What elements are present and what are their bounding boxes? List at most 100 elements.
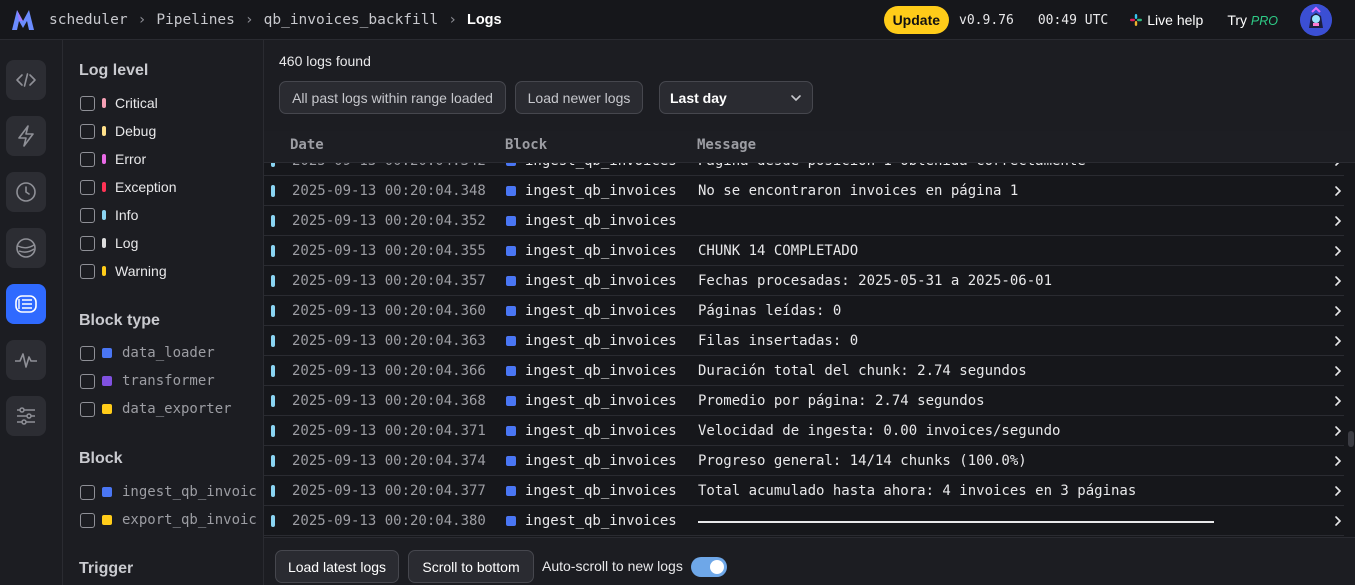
table-row[interactable]: 2025-09-13 00:20:04.368 ingest_qb_invoice… [264, 386, 1344, 416]
block-color-square [506, 486, 516, 496]
log-level-indicator [271, 215, 275, 227]
try-pro-link[interactable]: Try PRO [1227, 12, 1278, 28]
block-type-title: Block type [79, 312, 160, 329]
autoscroll-toggle[interactable] [691, 557, 727, 577]
checkbox[interactable] [80, 263, 95, 279]
checkbox[interactable] [80, 179, 95, 195]
chevron-right-icon[interactable] [1334, 275, 1342, 287]
range-select[interactable]: Last day [659, 81, 813, 114]
nav-runs-button[interactable] [6, 172, 46, 212]
block-color-square [102, 348, 112, 358]
table-row[interactable]: 2025-09-13 00:20:04.371 ingest_qb_invoice… [264, 416, 1344, 446]
table-row[interactable]: 2025-09-13 00:20:04.357 ingest_qb_invoice… [264, 266, 1344, 296]
breadcrumb-scheduler[interactable]: scheduler [49, 12, 128, 28]
load-newer-logs-button[interactable]: Load newer logs [515, 81, 643, 114]
chevron-right-icon[interactable] [1334, 395, 1342, 407]
breadcrumb-separator: › [448, 11, 457, 28]
log-level-indicator [271, 455, 275, 467]
block-color-square [102, 376, 112, 386]
chevron-right-icon[interactable] [1334, 365, 1342, 377]
log-date: 2025-09-13 00:20:04.360 [292, 303, 486, 319]
block-type-data-exporter[interactable]: data_exporter [80, 399, 232, 419]
log-level-warning[interactable]: Warning [80, 261, 167, 281]
nav-logs-button[interactable] [6, 284, 46, 324]
log-block: ingest_qb_invoices [525, 453, 677, 469]
table-scrollbar[interactable] [1348, 431, 1354, 447]
table-row[interactable]: 2025-09-13 00:20:04.360 ingest_qb_invoice… [264, 296, 1344, 326]
log-message: Fechas procesadas: 2025-05-31 a 2025-06-… [698, 273, 1053, 289]
column-date[interactable]: Date [290, 137, 324, 153]
block-export-qb-invoices[interactable]: export_qb_invoic [80, 510, 257, 530]
log-level-critical[interactable]: Critical [80, 93, 158, 113]
block-type-transformer[interactable]: transformer [80, 371, 215, 391]
nav-monitor-button[interactable] [6, 340, 46, 380]
level-label: Info [115, 207, 139, 223]
avatar[interactable] [1300, 4, 1332, 36]
block-label: ingest_qb_invoic [122, 484, 257, 500]
chevron-right-icon[interactable] [1334, 215, 1342, 227]
past-logs-button[interactable]: All past logs within range loaded [279, 81, 506, 114]
log-level-indicator [271, 185, 275, 197]
checkbox[interactable] [80, 512, 95, 528]
checkbox[interactable] [80, 235, 95, 251]
level-color-pill [102, 210, 106, 220]
chevron-right-icon[interactable] [1334, 425, 1342, 437]
nav-settings-button[interactable] [6, 396, 46, 436]
log-level-log[interactable]: Log [80, 233, 138, 253]
table-row[interactable]: 2025-09-13 00:20:04.348 ingest_qb_invoice… [264, 176, 1344, 206]
breadcrumb-pipeline[interactable]: qb_invoices_backfill [264, 12, 439, 28]
checkbox[interactable] [80, 373, 95, 389]
log-level-exception[interactable]: Exception [80, 177, 176, 197]
log-block: ingest_qb_invoices [525, 183, 677, 199]
level-color-pill [102, 154, 106, 164]
log-date: 2025-09-13 00:20:04.352 [292, 213, 486, 229]
table-row[interactable]: 2025-09-13 00:20:04.363 ingest_qb_invoice… [264, 326, 1344, 356]
chevron-right-icon[interactable] [1334, 335, 1342, 347]
block-color-square [506, 246, 516, 256]
log-date: 2025-09-13 00:20:04.355 [292, 243, 486, 259]
checkbox[interactable] [80, 151, 95, 167]
checkbox[interactable] [80, 95, 95, 111]
nav-backfills-button[interactable] [6, 228, 46, 268]
lightning-icon [18, 125, 34, 147]
load-latest-logs-button[interactable]: Load latest logs [275, 550, 399, 583]
chevron-right-icon[interactable] [1334, 185, 1342, 197]
block-color-square [506, 366, 516, 376]
checkbox[interactable] [80, 207, 95, 223]
block-type-data-loader[interactable]: data_loader [80, 343, 215, 363]
scroll-to-bottom-button[interactable]: Scroll to bottom [408, 550, 534, 583]
table-row[interactable]: 2025-09-13 00:20:04.377 ingest_qb_invoice… [264, 476, 1344, 506]
log-level-debug[interactable]: Debug [80, 121, 156, 141]
log-level-info[interactable]: Info [80, 205, 138, 225]
log-level-error[interactable]: Error [80, 149, 146, 169]
update-button[interactable]: Update [883, 6, 950, 34]
chevron-right-icon[interactable] [1334, 455, 1342, 467]
log-level-indicator [271, 425, 275, 437]
pro-label: PRO [1250, 14, 1278, 28]
column-message[interactable]: Message [697, 137, 756, 153]
checkbox[interactable] [80, 401, 95, 417]
checkbox[interactable] [80, 484, 95, 500]
table-row[interactable]: 2025-09-13 00:20:04.374 ingest_qb_invoice… [264, 446, 1344, 476]
mage-logo-icon[interactable] [11, 9, 35, 31]
nav-code-button[interactable] [6, 60, 46, 100]
table-row[interactable]: 2025-09-13 00:20:04.366 ingest_qb_invoice… [264, 356, 1344, 386]
chevron-right-icon[interactable] [1334, 305, 1342, 317]
breadcrumb-pipelines[interactable]: Pipelines [156, 12, 235, 28]
live-help-link[interactable]: Live help [1130, 12, 1203, 28]
chevron-right-icon[interactable] [1334, 485, 1342, 497]
block-ingest-qb-invoices[interactable]: ingest_qb_invoic [80, 482, 257, 502]
log-date: 2025-09-13 00:20:04.366 [292, 363, 486, 379]
table-row[interactable]: 2025-09-13 00:20:04.380 ingest_qb_invoice… [264, 506, 1344, 536]
nav-triggers-button[interactable] [6, 116, 46, 156]
table-row[interactable]: 2025-09-13 00:20:04.355 ingest_qb_invoice… [264, 236, 1344, 266]
table-row[interactable]: 2025-09-13 00:20:04.352 ingest_qb_invoice… [264, 206, 1344, 236]
block-color-square [506, 186, 516, 196]
chevron-right-icon[interactable] [1334, 245, 1342, 257]
checkbox[interactable] [80, 345, 95, 361]
block-color-square [506, 516, 516, 526]
checkbox[interactable] [80, 123, 95, 139]
clock-icon [16, 182, 36, 202]
chevron-right-icon[interactable] [1334, 515, 1342, 527]
column-block[interactable]: Block [505, 137, 547, 153]
